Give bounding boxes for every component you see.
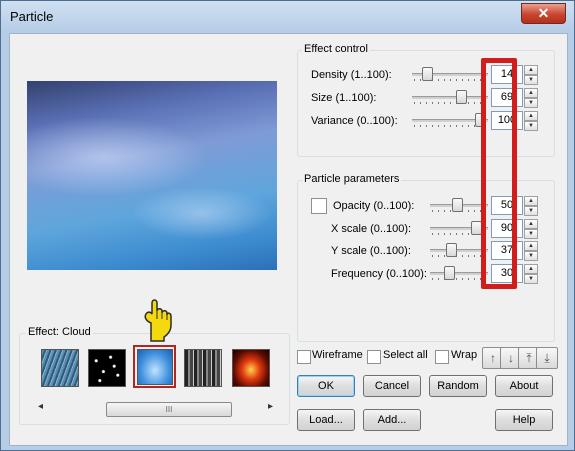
value-highlight-box bbox=[481, 58, 517, 289]
spin-down-icon[interactable]: ▼ bbox=[524, 251, 538, 261]
particle-parameters-legend: Particle parameters bbox=[302, 173, 402, 185]
wrap-checkbox[interactable] bbox=[435, 350, 449, 364]
x-scale-slider[interactable] bbox=[430, 220, 488, 236]
effect-control-legend: Effect control bbox=[302, 43, 370, 55]
opacity-slider[interactable] bbox=[430, 197, 488, 213]
wireframe-checkbox[interactable] bbox=[297, 350, 311, 364]
close-icon: ✕ bbox=[537, 5, 550, 21]
ok-button[interactable]: OK bbox=[297, 375, 355, 397]
effect-group-legend: Effect: Cloud bbox=[26, 326, 93, 338]
pointing-hand-icon bbox=[144, 299, 172, 342]
spin-up-icon[interactable]: ▲ bbox=[524, 88, 538, 98]
opacity-label: Opacity (0..100): bbox=[333, 200, 415, 212]
preview-image bbox=[27, 81, 277, 270]
y-scale-slider-thumb[interactable] bbox=[446, 243, 457, 257]
scroll-left-icon[interactable]: ◂ bbox=[38, 401, 43, 412]
opacity-checkbox[interactable] bbox=[311, 198, 327, 214]
density-slider-thumb[interactable] bbox=[422, 67, 433, 81]
select-all-label[interactable]: Select all bbox=[383, 349, 428, 361]
y-scale-slider[interactable] bbox=[430, 242, 488, 258]
stars-thumbnail[interactable] bbox=[88, 349, 126, 387]
arrow-up-icon: ↑ bbox=[490, 351, 496, 365]
variance-slider[interactable] bbox=[412, 112, 488, 128]
effect-preview bbox=[27, 81, 277, 270]
add-button[interactable]: Add... bbox=[363, 409, 421, 431]
arrow-bottom-icon: ⤓ bbox=[544, 351, 550, 365]
title-bar: Particle ✕ bbox=[1, 1, 574, 33]
fire-thumbnail[interactable] bbox=[232, 349, 270, 387]
spin-up-icon[interactable]: ▲ bbox=[524, 241, 538, 251]
wireframe-label[interactable]: Wireframe bbox=[312, 349, 363, 361]
spin-down-icon[interactable]: ▼ bbox=[524, 229, 538, 239]
spin-up-icon[interactable]: ▲ bbox=[524, 65, 538, 75]
random-button[interactable]: Random bbox=[429, 375, 487, 397]
wrap-label[interactable]: Wrap bbox=[451, 349, 477, 361]
rain-thumbnail[interactable] bbox=[41, 349, 79, 387]
arrow-down-icon: ↓ bbox=[508, 351, 514, 365]
size-label: Size (1..100): bbox=[311, 92, 377, 104]
y-scale-label: Y scale (0..100): bbox=[331, 245, 411, 257]
spin-up-icon[interactable]: ▲ bbox=[524, 219, 538, 229]
frequency-slider-thumb[interactable] bbox=[444, 266, 455, 280]
x-scale-label: X scale (0..100): bbox=[331, 223, 412, 235]
scrollbar-track[interactable]: III bbox=[106, 402, 232, 417]
spin-up-icon[interactable]: ▲ bbox=[524, 196, 538, 206]
spin-down-icon[interactable]: ▼ bbox=[524, 274, 538, 284]
spin-down-icon[interactable]: ▼ bbox=[524, 121, 538, 131]
cancel-button[interactable]: Cancel bbox=[363, 375, 421, 397]
close-button[interactable]: ✕ bbox=[521, 3, 566, 24]
move-bottom-button[interactable]: ⤓ bbox=[536, 347, 558, 369]
opacity-slider-thumb[interactable] bbox=[452, 198, 463, 212]
size-slider[interactable] bbox=[412, 89, 488, 105]
window-title: Particle bbox=[10, 9, 54, 24]
spin-up-icon[interactable]: ▲ bbox=[524, 111, 538, 121]
help-button[interactable]: Help bbox=[495, 409, 553, 431]
scrollbar-grip-icon: III bbox=[165, 405, 173, 414]
arrow-top-icon: ⤒ bbox=[526, 351, 532, 365]
density-label: Density (1..100): bbox=[311, 69, 392, 81]
spin-up-icon[interactable]: ▲ bbox=[524, 264, 538, 274]
spin-down-icon[interactable]: ▼ bbox=[524, 98, 538, 108]
size-slider-thumb[interactable] bbox=[456, 90, 467, 104]
about-button[interactable]: About bbox=[495, 375, 553, 397]
density-slider[interactable] bbox=[412, 66, 488, 82]
load-button[interactable]: Load... bbox=[297, 409, 355, 431]
thumbnail-scrollbar[interactable]: ◂ III ▸ bbox=[36, 401, 275, 417]
frequency-label: Frequency (0..100): bbox=[331, 268, 427, 280]
spin-down-icon[interactable]: ▼ bbox=[524, 206, 538, 216]
variance-label: Variance (0..100): bbox=[311, 115, 398, 127]
cloud-thumbnail[interactable] bbox=[137, 349, 173, 385]
select-all-checkbox[interactable] bbox=[367, 350, 381, 364]
frequency-slider[interactable] bbox=[430, 265, 488, 281]
smoke-thumbnail[interactable] bbox=[184, 349, 222, 387]
scroll-right-icon[interactable]: ▸ bbox=[268, 401, 273, 412]
spin-down-icon[interactable]: ▼ bbox=[524, 75, 538, 85]
